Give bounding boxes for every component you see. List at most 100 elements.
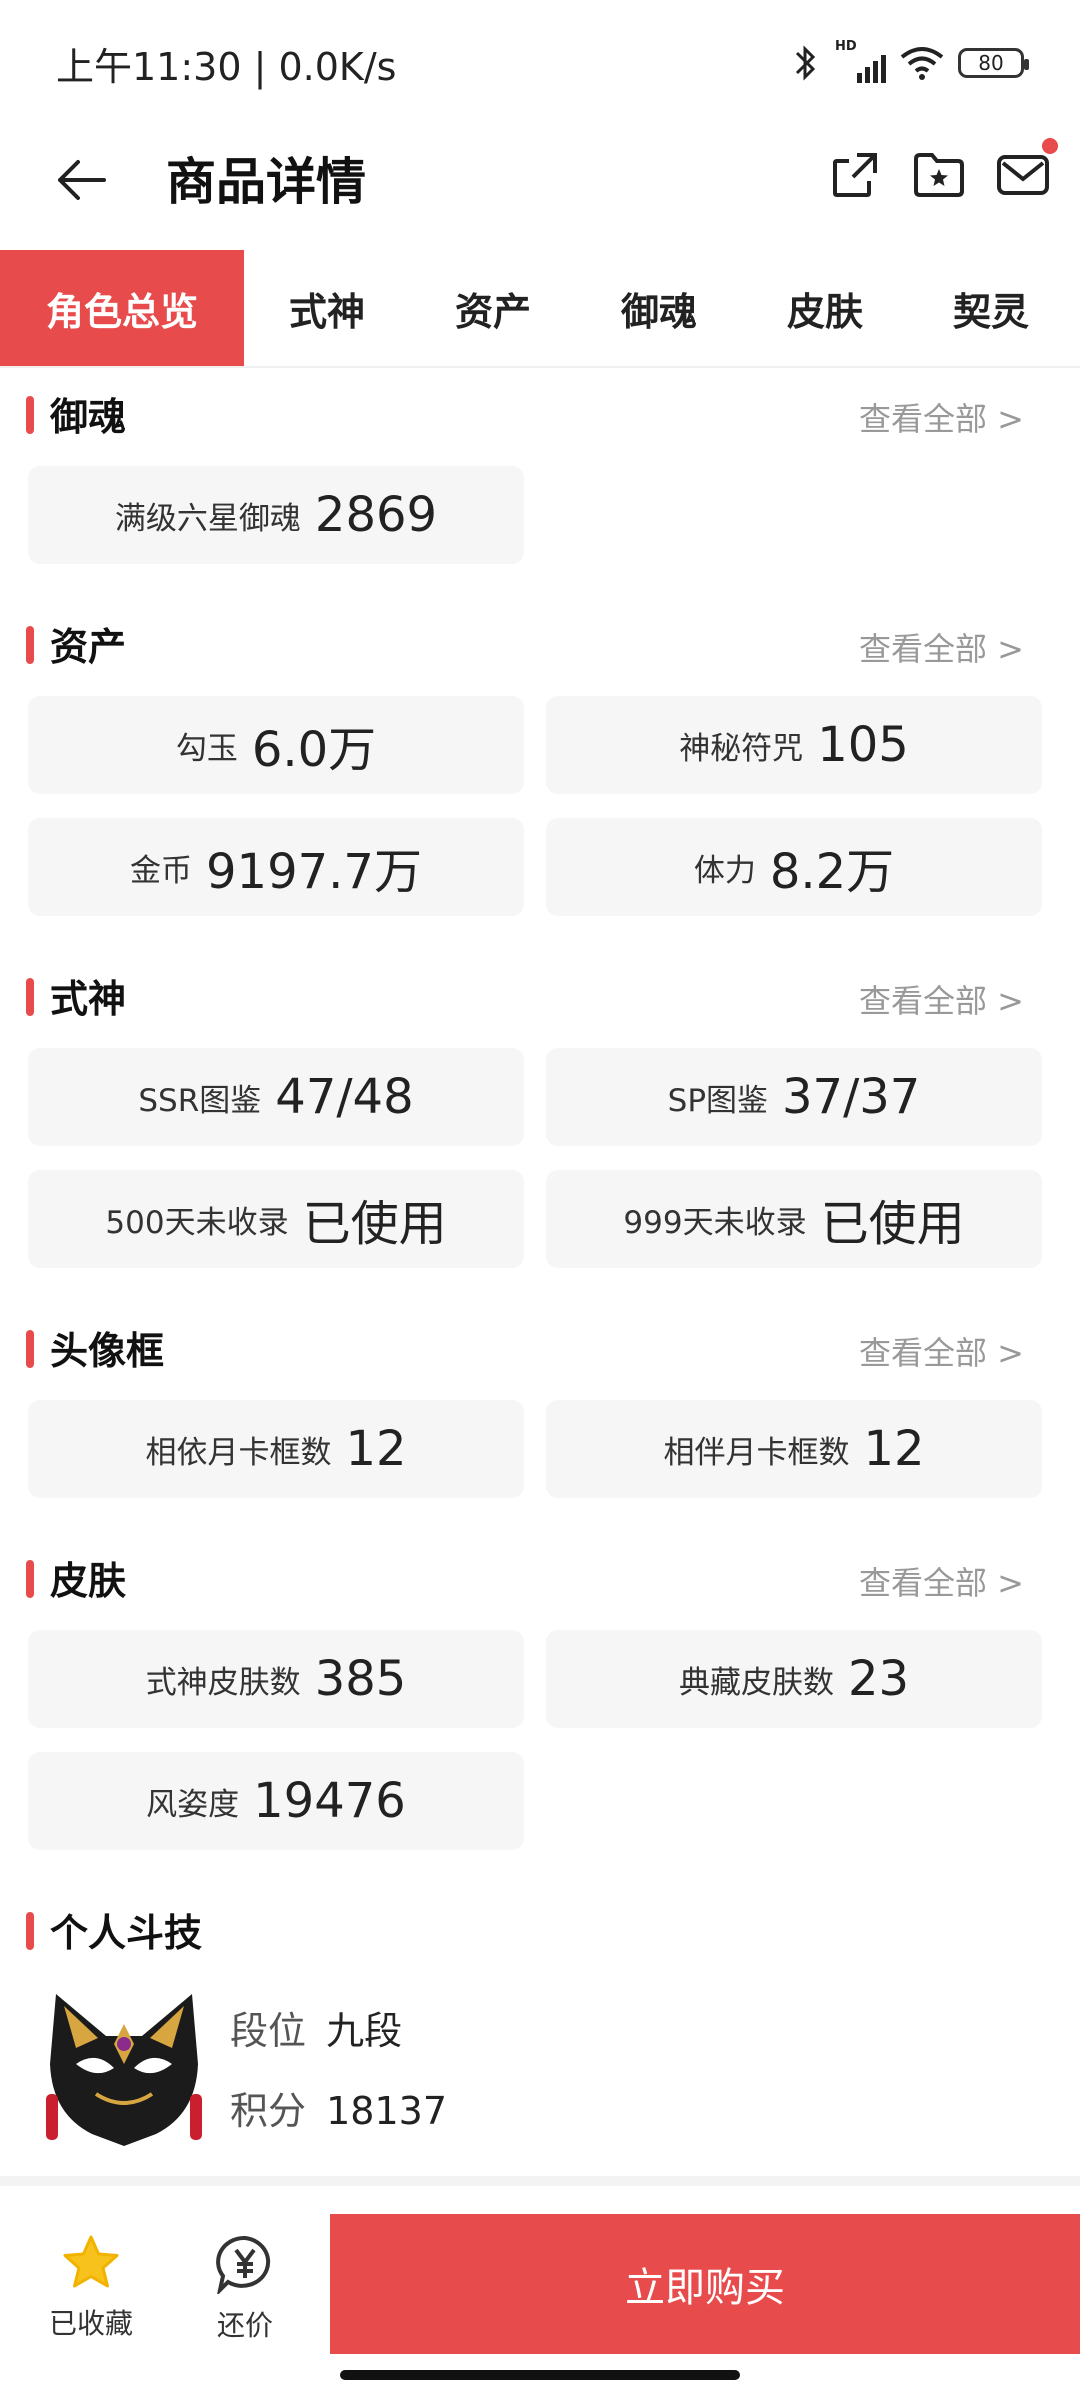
stat-card: 体力 8.2万 bbox=[546, 818, 1042, 916]
stat-label: 典藏皮肤数 bbox=[678, 1664, 834, 1701]
stat-value: 385 bbox=[314, 1651, 407, 1707]
share-button[interactable] bbox=[826, 146, 884, 204]
stat-value: 8.2万 bbox=[769, 844, 895, 900]
section-header: 皮肤 查看全部 > bbox=[0, 1536, 1080, 1616]
status-bar: 上午11:30 | 0.0K/s HD 80 bbox=[0, 0, 1080, 126]
pk-score-value: 18137 bbox=[326, 2089, 447, 2133]
stat-value: 23 bbox=[847, 1651, 910, 1707]
stat-card: 999天未收录 已使用 bbox=[546, 1170, 1042, 1268]
stat-card: 相伴月卡框数 12 bbox=[546, 1400, 1042, 1498]
section-title: 皮肤 bbox=[50, 1559, 127, 1603]
status-time-speed: 上午11:30 | 0.0K/s bbox=[56, 44, 397, 89]
folder-star-icon bbox=[914, 153, 964, 197]
section-title: 头像框 bbox=[50, 1329, 165, 1373]
share-icon bbox=[833, 153, 877, 197]
stat-label: 500天未收录 bbox=[105, 1204, 289, 1241]
stat-value: 已使用 bbox=[302, 1196, 447, 1252]
tab-overview[interactable]: 角色总览 bbox=[0, 250, 244, 366]
pk-rank-label: 段位 bbox=[230, 2009, 307, 2053]
stat-card: SSR图鉴 47/48 bbox=[28, 1048, 524, 1146]
view-all-link[interactable]: 查看全部 > bbox=[859, 976, 1024, 1022]
mail-icon bbox=[997, 155, 1049, 195]
tab-skin[interactable]: 皮肤 bbox=[742, 250, 908, 366]
section-accent-bar bbox=[26, 626, 34, 664]
tab-assets[interactable]: 资产 bbox=[410, 250, 576, 366]
view-all-link[interactable]: 查看全部 > bbox=[859, 1328, 1024, 1374]
stat-label: 神秘符咒 bbox=[679, 730, 804, 767]
notification-dot bbox=[1042, 138, 1058, 154]
section-accent-bar bbox=[26, 396, 34, 434]
section-skin: 皮肤 查看全部 > 式神皮肤数 385 典藏皮肤数 23 风姿度 19476 bbox=[0, 1536, 1080, 1850]
section-header: 个人斗技 bbox=[0, 1888, 1080, 1968]
back-button[interactable] bbox=[48, 148, 112, 212]
hd-label: HD bbox=[835, 39, 857, 54]
stat-label: SP图鉴 bbox=[667, 1082, 769, 1119]
pk-score-label: 积分 bbox=[230, 2089, 307, 2133]
category-tabs: 角色总览 式神 资产 御魂 皮肤 契灵 bbox=[0, 250, 1080, 368]
bargain-label: 还价 bbox=[216, 2309, 273, 2342]
pk-rank-value: 九段 bbox=[326, 2009, 403, 2053]
section-title: 式神 bbox=[50, 977, 127, 1021]
stat-label: 满级六星御魂 bbox=[114, 500, 301, 537]
section-assets: 资产 查看全部 > 勾玉 6.0万 神秘符咒 105 金币 9197.7万 体力… bbox=[0, 602, 1080, 916]
bottom-action-bar: 已收藏 还价 立即购买 bbox=[0, 2214, 1080, 2354]
section-accent-bar bbox=[26, 1912, 34, 1950]
view-all-link[interactable]: 查看全部 > bbox=[859, 1558, 1024, 1604]
section-yuhun: 御魂 查看全部 > 满级六星御魂 2869 bbox=[0, 372, 1080, 564]
section-title: 个人斗技 bbox=[50, 1911, 203, 1955]
tab-shikigami[interactable]: 式神 bbox=[244, 250, 410, 366]
section-accent-bar bbox=[26, 1330, 34, 1368]
bluetooth-icon bbox=[795, 45, 816, 81]
pk-rank-row: 段位 九段 bbox=[230, 2000, 402, 2055]
stat-value: 105 bbox=[817, 717, 909, 773]
section-frame: 头像框 查看全部 > 相依月卡框数 12 相伴月卡框数 12 bbox=[0, 1306, 1080, 1498]
stat-card: 满级六星御魂 2869 bbox=[28, 466, 524, 564]
stat-card: 勾玉 6.0万 bbox=[28, 696, 524, 794]
message-button[interactable] bbox=[994, 138, 1058, 204]
battery-icon: 80 bbox=[958, 48, 1029, 78]
pk-rank-avatar bbox=[36, 1984, 212, 2154]
stat-value: 19476 bbox=[253, 1773, 406, 1829]
bargain-button[interactable]: 还价 bbox=[190, 2234, 300, 2344]
stat-card: 式神皮肤数 385 bbox=[28, 1630, 524, 1728]
header: 商品详情 bbox=[0, 126, 1080, 250]
section-header: 御魂 查看全部 > bbox=[0, 372, 1080, 452]
stat-label: 体力 bbox=[693, 852, 756, 889]
pk-score-row: 积分 18137 bbox=[230, 2080, 447, 2135]
buy-now-button[interactable]: 立即购买 bbox=[330, 2214, 1080, 2354]
section-title: 御魂 bbox=[50, 395, 127, 439]
favorite-button[interactable]: 已收藏 bbox=[36, 2234, 146, 2342]
bottom-divider bbox=[0, 2176, 1080, 2186]
stat-label: 勾玉 bbox=[175, 730, 238, 767]
stat-card: SP图鉴 37/37 bbox=[546, 1048, 1042, 1146]
stat-value: 6.0万 bbox=[251, 722, 377, 778]
back-arrow-icon bbox=[58, 160, 106, 200]
battery-level: 80 bbox=[978, 51, 1004, 75]
header-actions bbox=[826, 138, 1058, 204]
stat-value: 37/37 bbox=[782, 1069, 921, 1125]
tab-qiling[interactable]: 契灵 bbox=[908, 250, 1074, 366]
tab-yuhun[interactable]: 御魂 bbox=[576, 250, 742, 366]
view-all-link[interactable]: 查看全部 > bbox=[859, 394, 1024, 440]
section-accent-bar bbox=[26, 1560, 34, 1598]
home-indicator[interactable] bbox=[340, 2370, 740, 2380]
stat-label: 风姿度 bbox=[146, 1786, 240, 1823]
wifi-icon bbox=[900, 47, 944, 80]
section-title: 资产 bbox=[50, 625, 127, 669]
favorite-folder-button[interactable] bbox=[910, 146, 968, 204]
stat-label: 式神皮肤数 bbox=[145, 1664, 301, 1701]
stat-label: 相伴月卡框数 bbox=[663, 1434, 850, 1471]
yen-bubble-icon bbox=[216, 2235, 271, 2294]
stat-label: 相依月卡框数 bbox=[145, 1434, 332, 1471]
section-header: 头像框 查看全部 > bbox=[0, 1306, 1080, 1386]
hd-signal-icon: HD bbox=[835, 39, 886, 83]
stat-card: 神秘符咒 105 bbox=[546, 696, 1042, 794]
stat-card: 500天未收录 已使用 bbox=[28, 1170, 524, 1268]
view-all-link[interactable]: 查看全部 > bbox=[859, 624, 1024, 670]
stat-value: 已使用 bbox=[820, 1196, 965, 1252]
page-title: 商品详情 bbox=[166, 153, 366, 211]
favorite-label: 已收藏 bbox=[48, 2307, 133, 2340]
star-icon bbox=[63, 2235, 119, 2288]
stat-card: 典藏皮肤数 23 bbox=[546, 1630, 1042, 1728]
stat-label: 999天未收录 bbox=[623, 1204, 807, 1241]
